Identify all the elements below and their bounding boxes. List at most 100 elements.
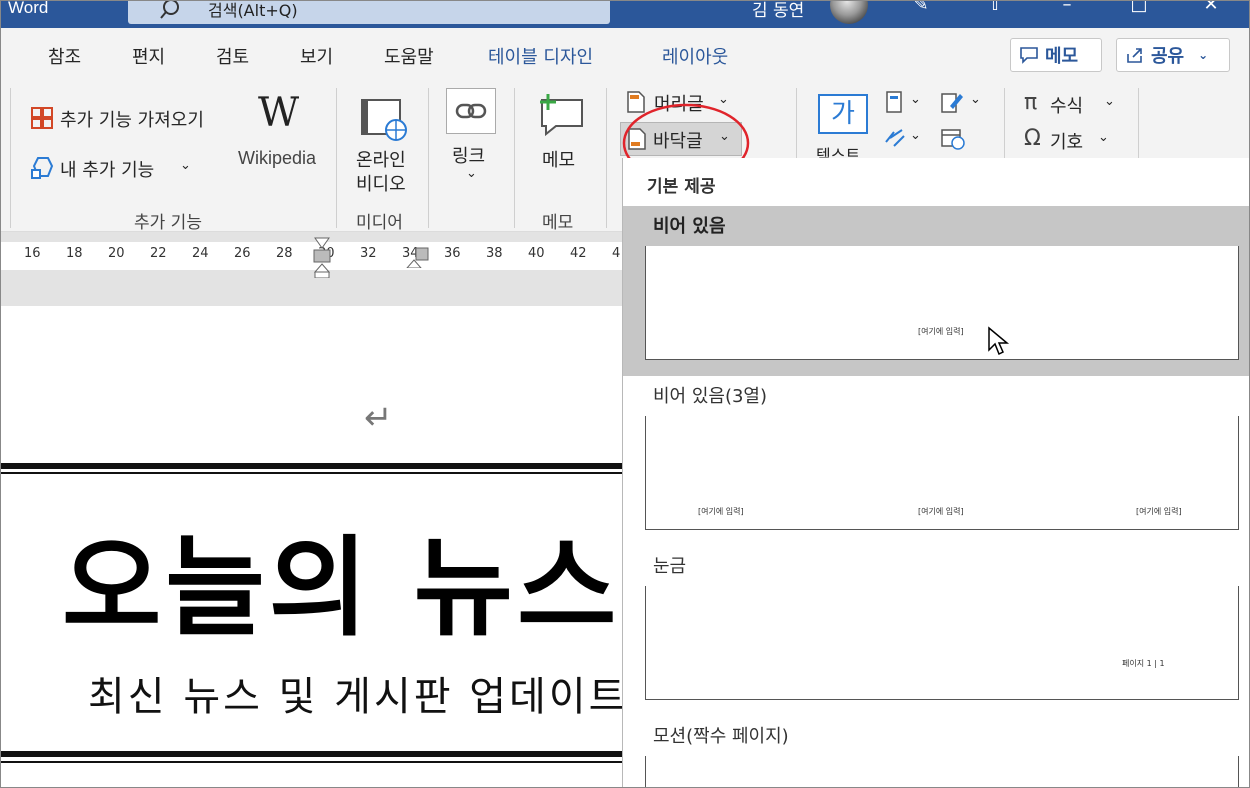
- wikipedia-icon: W: [258, 90, 300, 136]
- chevron-down-icon[interactable]: ⌄: [910, 92, 921, 107]
- tab-layout[interactable]: 레이아웃: [662, 43, 728, 69]
- footer-gallery-dropdown: 기본 제공 비어 있음 [여기에 입력] 비어 있음(3열) [여기에 입력] …: [622, 158, 1250, 788]
- ribbon-tabs: 참조 편지 검토 보기 도움말 테이블 디자인 레이아웃 메모 공유 ⌄: [0, 28, 1250, 80]
- wikipedia-button[interactable]: Wikipedia: [238, 148, 316, 169]
- link-icon: [455, 103, 487, 119]
- text-box-button[interactable]: 가: [818, 94, 868, 134]
- ruler-number: 22: [150, 246, 167, 261]
- rule-thick: [0, 751, 622, 757]
- chevron-down-icon[interactable]: ⌄: [970, 92, 981, 107]
- document-subtitle[interactable]: 최신 뉴스 및 게시판 업데이트: [88, 664, 628, 722]
- indent-marker-icon[interactable]: [404, 246, 430, 268]
- tab-table-design[interactable]: 테이블 디자인: [488, 43, 593, 69]
- ruler-number: 40: [528, 246, 545, 261]
- pen-icon[interactable]: ✎: [906, 0, 936, 24]
- gallery-item-blank[interactable]: [여기에 입력]: [645, 246, 1239, 360]
- online-video-icon: [361, 99, 407, 141]
- comments-group-label: 메모: [542, 213, 574, 233]
- equation-icon: π: [1024, 90, 1038, 115]
- tab-review[interactable]: 검토: [216, 43, 249, 69]
- ruler-number: 38: [486, 246, 503, 261]
- gallery-item-name: 비어 있음(3열): [653, 386, 768, 407]
- symbol-button[interactable]: 기호: [1050, 128, 1083, 154]
- gallery-item-blank-3col[interactable]: [여기에 입력] [여기에 입력] [여기에 입력]: [645, 416, 1239, 530]
- rule-thick: [0, 463, 622, 469]
- tab-help[interactable]: 도움말: [384, 43, 434, 69]
- search-box[interactable]: 검색(Alt+Q): [128, 0, 610, 24]
- media-group-label: 미디어: [356, 213, 403, 233]
- wordart-icon[interactable]: [884, 126, 906, 148]
- chevron-down-icon: ⌄: [1198, 48, 1209, 62]
- gallery-section-header: 기본 제공: [647, 177, 716, 197]
- tab-references[interactable]: 참조: [48, 43, 81, 69]
- ruler-number: 4: [612, 246, 621, 261]
- equation-button[interactable]: 수식: [1050, 92, 1083, 118]
- gallery-item-name: 비어 있음: [653, 216, 726, 237]
- paragraph-mark: ↵: [364, 398, 393, 438]
- link-button[interactable]: 링크: [452, 142, 485, 168]
- search-placeholder: 검색(Alt+Q): [208, 1, 298, 20]
- gallery-item-name: 모션(짝수 페이지): [653, 726, 789, 747]
- tab-view[interactable]: 보기: [300, 43, 333, 69]
- get-addins-button[interactable]: 추가 기능 가져오기: [60, 106, 204, 132]
- signature-line-icon[interactable]: [940, 90, 964, 114]
- ruler-number: 32: [360, 246, 377, 261]
- tab-mailings[interactable]: 편지: [132, 43, 165, 69]
- restore-ribbon-icon[interactable]: ⇧: [980, 0, 1010, 24]
- share-button[interactable]: 공유 ⌄: [1116, 38, 1230, 72]
- placeholder-text: [여기에 입력]: [1136, 507, 1182, 516]
- horizontal-ruler: 16 18 20 22 24 26 28 30 32 34 36 38 40 4…: [0, 232, 622, 306]
- search-icon: [160, 0, 179, 19]
- date-time-icon[interactable]: [940, 126, 966, 150]
- store-icon: [31, 107, 53, 129]
- title-bar: Word 검색(Alt+Q) 김 동연 ✎ ⇧ – □ ✕: [0, 0, 1250, 28]
- share-button-label: 공유: [1151, 46, 1185, 67]
- close-icon[interactable]: ✕: [1196, 0, 1226, 24]
- group-separator: [428, 88, 429, 228]
- link-icon-box[interactable]: [446, 88, 496, 134]
- comment-icon: [1020, 47, 1038, 64]
- gallery-item-motion-even[interactable]: [645, 756, 1239, 788]
- placeholder-text: [여기에 입력]: [918, 507, 964, 516]
- chevron-down-icon[interactable]: ⌄: [1104, 94, 1115, 109]
- my-addins-button[interactable]: 내 추가 기능: [60, 156, 154, 182]
- placeholder-text: [여기에 입력]: [698, 507, 744, 516]
- column-marker-icon[interactable]: [312, 236, 332, 278]
- minimize-icon[interactable]: –: [1052, 0, 1082, 24]
- new-comment-button[interactable]: 메모: [542, 146, 575, 172]
- chevron-down-icon[interactable]: ⌄: [910, 128, 921, 143]
- maximize-icon[interactable]: □: [1124, 0, 1154, 24]
- quick-parts-icon[interactable]: [884, 90, 904, 114]
- gallery-item-name: 눈금: [653, 556, 687, 577]
- placeholder-text: 페이지 1 | 1: [1122, 659, 1165, 668]
- chevron-down-icon[interactable]: ⌄: [180, 158, 191, 173]
- document-page[interactable]: ↵ 오늘의 뉴스 최신 뉴스 및 게시판 업데이트: [0, 306, 625, 788]
- group-separator: [606, 88, 607, 228]
- ruler-number: 36: [444, 246, 461, 261]
- gallery-item-grid[interactable]: 페이지 1 | 1: [645, 586, 1239, 700]
- rule-thin: [0, 472, 622, 474]
- ruler-number: 16: [24, 246, 41, 261]
- online-video-label-1[interactable]: 온라인: [356, 146, 406, 172]
- share-icon: [1127, 48, 1142, 63]
- omega-icon: Ω: [1024, 126, 1041, 151]
- chevron-down-icon[interactable]: ⌄: [1098, 130, 1109, 145]
- group-separator: [10, 88, 11, 228]
- app-name: Word: [8, 0, 49, 17]
- online-video-label-2[interactable]: 비디오: [356, 170, 406, 196]
- addins-group-label: 추가 기능: [134, 213, 202, 233]
- avatar[interactable]: [830, 0, 868, 24]
- memo-button[interactable]: 메모: [1010, 38, 1102, 72]
- ruler-number: 26: [234, 246, 251, 261]
- chevron-down-icon[interactable]: ⌄: [466, 166, 477, 181]
- my-addins-icon: [31, 157, 54, 179]
- mouse-cursor-icon: [988, 326, 1010, 356]
- document-title[interactable]: 오늘의 뉴스: [62, 501, 620, 657]
- ruler-number: 24: [192, 246, 209, 261]
- placeholder-text: [여기에 입력]: [918, 327, 964, 336]
- ruler-number: 28: [276, 246, 293, 261]
- rule-thin: [0, 761, 622, 763]
- user-name[interactable]: 김 동연: [752, 0, 804, 21]
- group-separator: [336, 88, 337, 228]
- ruler-number: 18: [66, 246, 83, 261]
